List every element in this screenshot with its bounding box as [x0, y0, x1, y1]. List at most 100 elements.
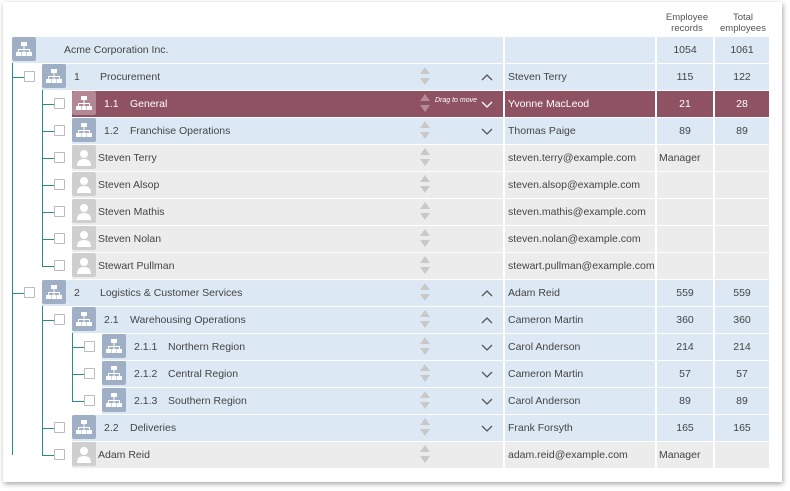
unit-title[interactable]: Franchise Operations — [130, 118, 230, 144]
drag-handle-icon[interactable] — [420, 93, 430, 115]
chevron-up-icon[interactable] — [480, 287, 494, 299]
row-checkbox[interactable] — [54, 206, 65, 217]
drag-handle-icon[interactable] — [420, 390, 430, 412]
unit-title[interactable]: Central Region — [168, 361, 238, 387]
employee-row[interactable]: Adam Reid adam.reid@example.com Manager — [3, 442, 782, 468]
manager-name: Carol Anderson — [505, 388, 655, 414]
org-unit-row[interactable]: 2 Logistics & Customer Services Adam Reid 5… — [3, 280, 782, 306]
org-chart-icon — [42, 64, 66, 88]
unit-title[interactable]: Southern Region — [168, 388, 247, 414]
drag-handle-icon[interactable] — [420, 309, 430, 331]
root-title[interactable]: Acme Corporation Inc. — [64, 37, 168, 63]
employee-email: steven.mathis@example.com — [505, 199, 655, 225]
unit-number: 1.2 — [104, 125, 119, 137]
row-checkbox[interactable] — [54, 98, 65, 109]
row-checkbox[interactable] — [84, 395, 95, 406]
org-unit-row[interactable]: 2.1 Warehousing Operations Cameron Martin 3… — [3, 307, 782, 333]
unit-title[interactable]: Warehousing Operations — [130, 307, 246, 333]
tree-connector — [72, 347, 84, 348]
drag-handle-icon[interactable] — [420, 417, 430, 439]
employee-row[interactable]: Steven Nolan steven.nolan@example.com — [3, 226, 782, 252]
chevron-down-icon[interactable] — [480, 98, 494, 110]
tree-connector — [42, 306, 43, 455]
row-checkbox[interactable] — [24, 287, 35, 298]
org-unit-row[interactable]: Acme Corporation Inc. 1054 1061 — [3, 37, 782, 63]
employee-row[interactable]: Steven Mathis steven.mathis@example.com — [3, 199, 782, 225]
total-employees-value — [715, 199, 769, 225]
tree-connector — [42, 131, 54, 132]
row-checkbox[interactable] — [54, 449, 65, 460]
total-employees-value — [715, 145, 769, 171]
row-checkbox[interactable] — [24, 71, 35, 82]
total-employees-value: 89 — [715, 118, 769, 144]
row-checkbox[interactable] — [54, 422, 65, 433]
tree-connector — [12, 77, 24, 78]
tree-connector — [42, 239, 54, 240]
tree-connector — [72, 374, 84, 375]
employee-row[interactable]: Steven Terry steven.terry@example.com Mana… — [3, 145, 782, 171]
employee-row[interactable]: Steven Alsop steven.alsop@example.com — [3, 172, 782, 198]
row-checkbox[interactable] — [54, 260, 65, 271]
chevron-down-icon[interactable] — [480, 422, 494, 434]
employee-records-value: 115 — [657, 64, 713, 90]
chevron-down-icon[interactable] — [480, 368, 494, 380]
unit-title[interactable]: Northern Region — [168, 334, 245, 360]
drag-handle-icon[interactable] — [420, 147, 430, 169]
drag-handle-icon[interactable] — [420, 336, 430, 358]
tree-connector — [42, 104, 54, 105]
employee-records-value: 1054 — [657, 37, 713, 63]
row-checkbox[interactable] — [54, 125, 65, 136]
employee-records-value: 165 — [657, 415, 713, 441]
employee-name[interactable]: Adam Reid — [98, 442, 150, 468]
unit-title[interactable]: General — [130, 91, 167, 117]
total-employees-value — [715, 226, 769, 252]
drag-handle-icon[interactable] — [420, 66, 430, 88]
employee-name[interactable]: Steven Mathis — [98, 199, 165, 225]
org-unit-row[interactable]: 2.1.1 Northern Region Carol Anderson 214 214 — [3, 334, 782, 360]
employee-name[interactable]: Stewart Pullman — [98, 253, 174, 279]
org-unit-row[interactable]: 1.2 Franchise Operations Thomas Paige 89 89 — [3, 118, 782, 144]
employee-name[interactable]: Steven Terry — [98, 145, 157, 171]
unit-number: 2.2 — [104, 422, 119, 434]
chevron-down-icon[interactable] — [480, 341, 494, 353]
org-unit-row[interactable]: 1 Procurement Steven Terry 115 122 — [3, 64, 782, 90]
row-checkbox[interactable] — [84, 341, 95, 352]
employee-name[interactable]: Steven Alsop — [98, 172, 159, 198]
drag-handle-icon[interactable] — [420, 120, 430, 142]
drag-handle-icon[interactable] — [420, 363, 430, 385]
drag-handle-icon[interactable] — [420, 228, 430, 250]
employee-name[interactable]: Steven Nolan — [98, 226, 161, 252]
unit-number: 2.1 — [104, 314, 119, 326]
unit-number: 2 — [74, 287, 80, 299]
row-checkbox[interactable] — [54, 314, 65, 325]
chevron-up-icon[interactable] — [480, 71, 494, 83]
chevron-down-icon[interactable] — [480, 125, 494, 137]
employee-email: adam.reid@example.com — [505, 442, 655, 468]
chevron-down-icon[interactable] — [480, 395, 494, 407]
drag-handle-icon[interactable] — [420, 255, 430, 277]
drag-handle-icon[interactable] — [420, 201, 430, 223]
org-unit-row[interactable]: 2.1.2 Central Region Cameron Martin 57 57 — [3, 361, 782, 387]
org-tree-grid: Employee records Total employees Acme Co… — [3, 2, 782, 482]
unit-title[interactable]: Procurement — [100, 64, 160, 90]
org-unit-row[interactable]: 2.2 Deliveries Frank Forsyth 165 165 — [3, 415, 782, 441]
row-checkbox[interactable] — [54, 152, 65, 163]
row-checkbox[interactable] — [54, 179, 65, 190]
manager-name: Thomas Paige — [505, 118, 655, 144]
drag-handle-icon[interactable] — [420, 444, 430, 466]
manager-name: Cameron Martin — [505, 307, 655, 333]
drag-handle-icon[interactable] — [420, 282, 430, 304]
employee-row[interactable]: Stewart Pullman stewart.pullman@example.c… — [3, 253, 782, 279]
person-icon — [72, 199, 96, 223]
unit-title[interactable]: Deliveries — [130, 415, 176, 441]
employee-records-value — [657, 172, 713, 198]
unit-title[interactable]: Logistics & Customer Services — [100, 280, 242, 306]
employee-records-value: Manager — [657, 442, 713, 468]
chevron-up-icon[interactable] — [480, 314, 494, 326]
org-unit-row[interactable]: 1.1 General Drag to move Yvonne MacLeod 21 28 — [3, 91, 782, 117]
org-chart-icon — [102, 388, 126, 412]
row-checkbox[interactable] — [54, 233, 65, 244]
org-unit-row[interactable]: 2.1.3 Southern Region Carol Anderson 89 89 — [3, 388, 782, 414]
drag-handle-icon[interactable] — [420, 174, 430, 196]
row-checkbox[interactable] — [84, 368, 95, 379]
